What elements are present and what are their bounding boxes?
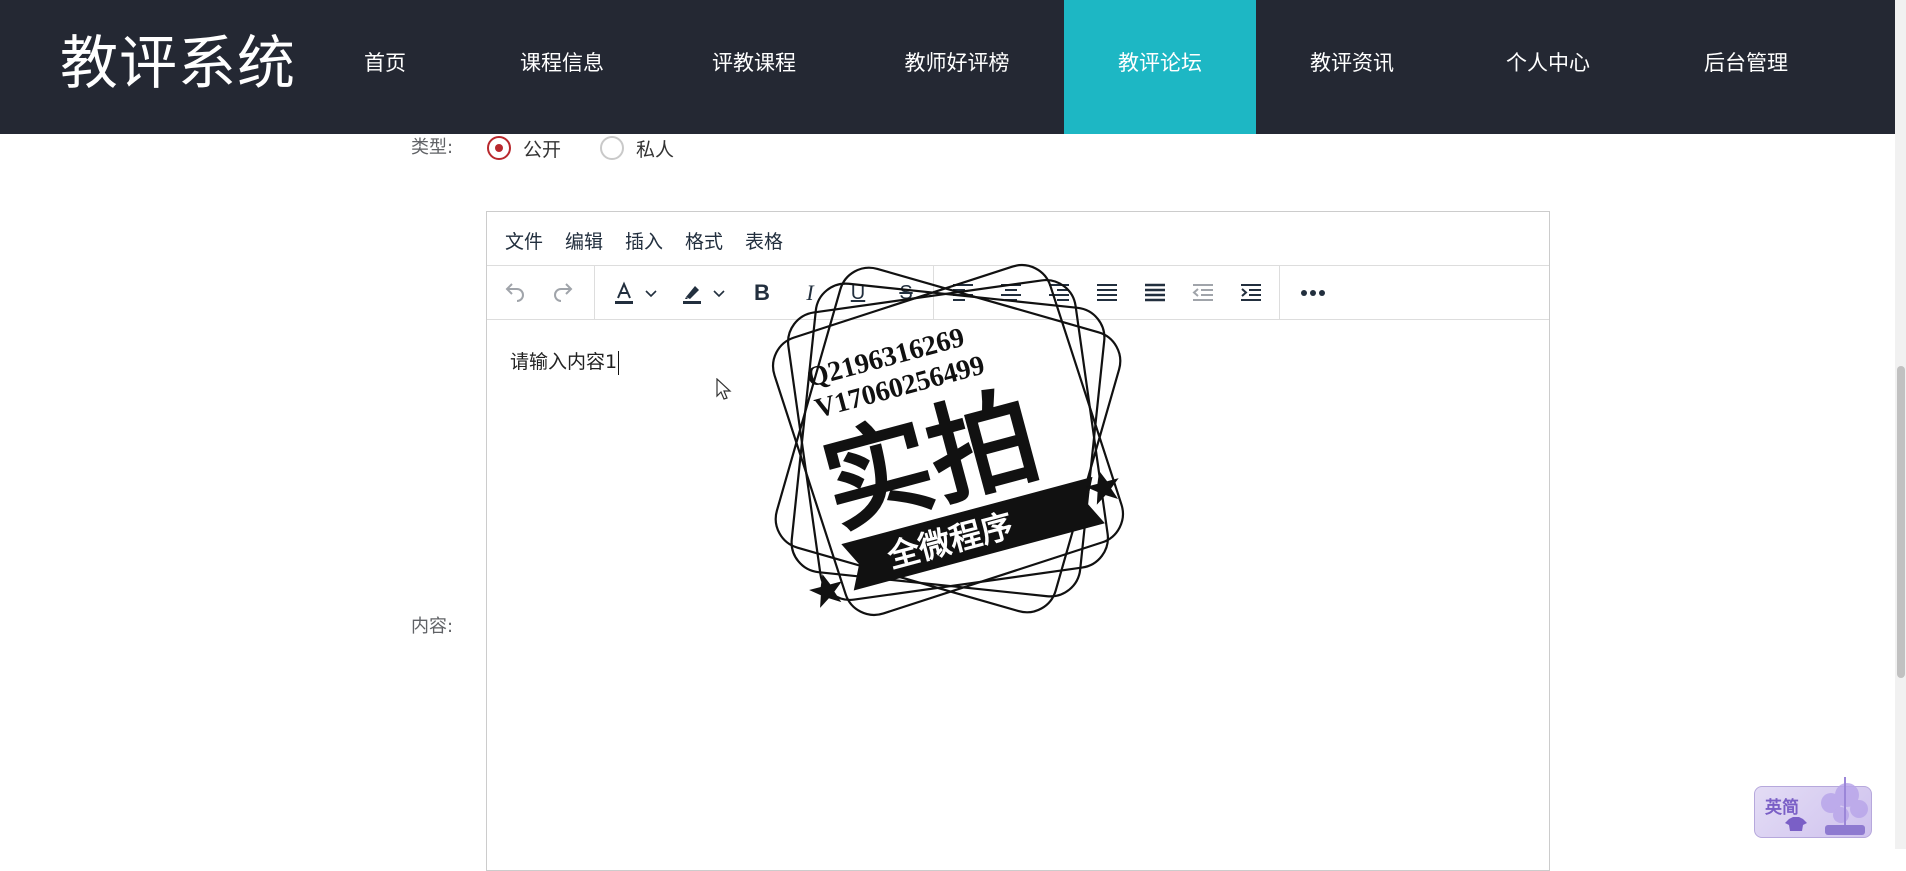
indent-icon[interactable] (1233, 275, 1269, 311)
radio-private-label: 私人 (636, 138, 675, 161)
outdent-icon[interactable] (1185, 275, 1221, 311)
editor-content-text: 请输入内容1 (510, 351, 618, 373)
text-caret (618, 350, 620, 375)
highlight-icon[interactable] (675, 275, 709, 311)
nav-item-home[interactable]: 首页 (335, 0, 435, 134)
menu-insert[interactable]: 插入 (625, 227, 663, 254)
nav-item-course-info[interactable]: 课程信息 (500, 0, 624, 134)
nav-item-teacher-ranking[interactable]: 教师好评榜 (886, 0, 1028, 134)
radio-public[interactable]: 公开 (487, 133, 561, 163)
menu-edit[interactable]: 编辑 (565, 227, 603, 254)
ime-indicator[interactable]: 英简 (1754, 777, 1872, 838)
content-label: 内容: (411, 616, 454, 637)
site-brand: 教评系统 (60, 29, 297, 97)
more-icon[interactable] (1293, 275, 1333, 311)
watermark-stamp: Q2196316269 V17060256499 实拍 全微程序 (771, 263, 1125, 617)
chevron-down-icon[interactable] (641, 275, 661, 311)
radio-circle[interactable] (487, 136, 511, 160)
nav-item-forum[interactable]: 教评论坛 (1064, 0, 1256, 134)
undo-icon[interactable] (497, 275, 533, 311)
ime-decoration-icon (1821, 777, 1868, 835)
chevron-down-icon[interactable] (709, 275, 729, 311)
nav-item-personal-center[interactable]: 个人中心 (1486, 0, 1610, 134)
top-navigation-bar: 教评系统 首页 课程信息 评教课程 教师好评榜 教评论坛 教评资讯 个人中心 后… (0, 0, 1895, 134)
radio-public-label: 公开 (523, 138, 562, 161)
nav-item-evaluation-courses[interactable]: 评教课程 (692, 0, 816, 134)
nav-item-news[interactable]: 教评资讯 (1290, 0, 1414, 134)
mouse-cursor-icon (716, 378, 732, 400)
ime-mode-label: 英简 (1765, 798, 1799, 818)
menu-file[interactable]: 文件 (505, 227, 543, 254)
type-label: 类型: (411, 137, 454, 158)
redo-icon[interactable] (545, 275, 581, 311)
page-scrollbar-thumb[interactable] (1897, 366, 1905, 678)
toolbar-separator (1279, 266, 1280, 320)
radio-circle[interactable] (600, 136, 624, 160)
nav-item-admin[interactable]: 后台管理 (1684, 0, 1808, 134)
radio-private[interactable]: 私人 (600, 133, 674, 163)
toolbar-separator (594, 266, 595, 320)
shirt-icon (1785, 817, 1807, 831)
text-color-icon[interactable] (607, 275, 641, 311)
menu-format[interactable]: 格式 (685, 227, 723, 254)
editor-content[interactable]: 请输入内容1 (510, 347, 620, 375)
